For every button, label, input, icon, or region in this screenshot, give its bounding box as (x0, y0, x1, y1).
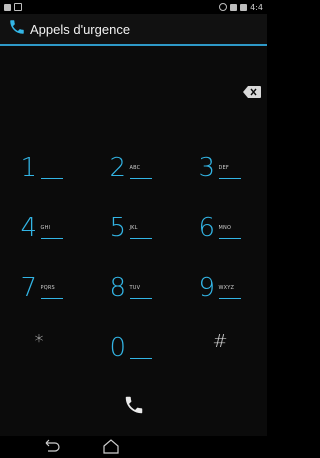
key-3[interactable]: 3 DEF (178, 138, 267, 198)
key-8[interactable]: 8 TUV (89, 258, 178, 318)
key-underline (129, 238, 152, 239)
key-digit: 4 (20, 213, 38, 243)
key-digit: 5 (109, 213, 127, 243)
key-digit: 2 (109, 153, 127, 183)
dial-input[interactable] (12, 76, 232, 106)
page-title: Appels d'urgence (30, 21, 131, 37)
battery-icon (240, 3, 248, 11)
call-button[interactable] (123, 394, 145, 420)
key-star[interactable]: * (0, 318, 89, 378)
dial-field-area (0, 46, 267, 136)
key-symbol: # (212, 331, 228, 352)
navigation-bar (0, 436, 267, 455)
home-button[interactable] (101, 438, 125, 454)
phone-call-icon (125, 396, 142, 414)
key-letters: JKL (129, 225, 138, 231)
key-digit: 7 (20, 273, 38, 303)
doc-icon (14, 3, 22, 11)
sync-icon (219, 3, 228, 11)
home-icon (103, 439, 119, 454)
status-time: 4:4 (250, 2, 263, 12)
key-letters: MNO (218, 225, 232, 231)
key-underline (218, 238, 241, 239)
key-digit: 3 (198, 153, 216, 183)
key-7[interactable]: 7 PQRS (0, 258, 89, 318)
dial-pad: 1 2 ABC 3 DEF 4 GHI 5 JKL 6 MNO 7 PQRS 8… (0, 138, 267, 378)
key-letters: PQRS (40, 285, 55, 291)
key-letters: WXYZ (218, 285, 235, 291)
image-icon (4, 3, 11, 11)
key-1[interactable]: 1 (0, 138, 89, 198)
key-underline (40, 178, 63, 179)
key-digit: 6 (198, 213, 216, 243)
status-bar: 4:4 (0, 0, 267, 14)
key-6[interactable]: 6 MNO (178, 198, 267, 258)
signal-icon (230, 3, 238, 11)
key-digit: 8 (109, 273, 127, 303)
key-0[interactable]: 0 (89, 318, 178, 378)
key-5[interactable]: 5 JKL (89, 198, 178, 258)
action-bar: Appels d'urgence (0, 14, 267, 44)
key-2[interactable]: 2 ABC (89, 138, 178, 198)
key-4[interactable]: 4 GHI (0, 198, 89, 258)
key-underline (129, 178, 152, 179)
backspace-button[interactable] (243, 83, 261, 98)
key-underline (218, 178, 241, 179)
key-hash[interactable]: # (178, 318, 267, 378)
key-9[interactable]: 9 WXYZ (178, 258, 267, 318)
key-digit: 1 (20, 153, 38, 183)
phone-icon[interactable] (8, 18, 26, 40)
key-letters: DEF (218, 165, 229, 171)
backspace-icon (243, 86, 261, 98)
key-underline (40, 238, 63, 239)
key-underline (218, 298, 241, 299)
key-letters: TUV (129, 285, 141, 291)
key-digit: 9 (198, 273, 216, 303)
back-button[interactable] (42, 438, 66, 454)
call-area (0, 378, 267, 436)
key-underline (40, 298, 63, 299)
dialer-screen: 4:4 Appels d'urgence 1 2 ABC 3 DEF 4 GHI… (0, 0, 267, 455)
back-icon (45, 439, 60, 452)
key-underline (129, 358, 152, 359)
key-underline (129, 298, 152, 299)
key-digit: 0 (109, 333, 127, 363)
key-letters: GHI (40, 225, 51, 231)
key-symbol: * (34, 331, 44, 352)
key-letters: ABC (129, 165, 141, 171)
